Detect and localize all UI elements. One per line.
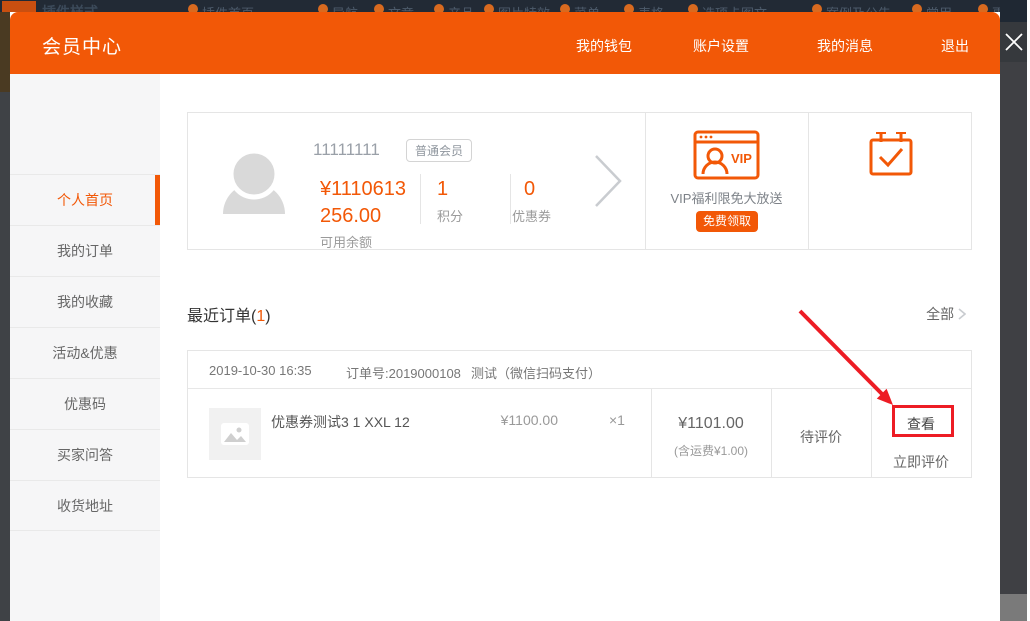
sidebar-item-my-orders[interactable]: 我的订单 bbox=[10, 225, 160, 276]
topbar-brand: 插件样式 bbox=[42, 2, 98, 12]
product-price: ¥1100.00 bbox=[498, 412, 558, 428]
username: 11111111 bbox=[313, 140, 380, 160]
nav-dot-icon bbox=[978, 4, 988, 12]
coupons-label: 优惠券 bbox=[512, 206, 551, 225]
view-all-link[interactable]: 全部 bbox=[900, 304, 966, 324]
image-placeholder-icon bbox=[220, 422, 250, 446]
member-center-header: 会员中心 我的钱包 账户设置 我的消息 退出 bbox=[10, 12, 1000, 74]
background-topbar: 插件样式 插件首页 导航 文章 产品 图片特效 菜单 表格 选项卡图文 案例及公… bbox=[0, 0, 1030, 12]
topbar-item[interactable]: 菜单 bbox=[574, 3, 600, 12]
topbar-item[interactable]: 图片特效 bbox=[498, 3, 550, 12]
background-right-overlay bbox=[1000, 0, 1027, 621]
header-nav-wallet[interactable]: 我的钱包 bbox=[576, 36, 632, 56]
nav-dot-icon bbox=[484, 4, 494, 12]
nav-dot-icon bbox=[812, 4, 822, 12]
divider bbox=[420, 174, 421, 224]
recent-orders-title: 最近订单(1) bbox=[187, 302, 271, 326]
background-left-edge-accent bbox=[0, 12, 10, 92]
background-right-top bbox=[1000, 0, 1027, 22]
divider bbox=[651, 389, 652, 477]
order-datetime: 2019-10-30 16:35 bbox=[209, 363, 312, 378]
order-status: 待评价 bbox=[771, 427, 871, 447]
order-total-note: (含运费¥1.00) bbox=[651, 442, 771, 459]
coupons-value[interactable]: 0 bbox=[524, 178, 535, 201]
review-now-link[interactable]: 立即评价 bbox=[871, 452, 971, 472]
nav-dot-icon bbox=[318, 4, 328, 12]
topbar-item[interactable]: 常用 bbox=[926, 3, 952, 12]
background-right-bottom-block bbox=[1000, 594, 1027, 621]
topbar-item[interactable]: 表格 bbox=[638, 3, 664, 12]
product-thumbnail[interactable] bbox=[209, 408, 261, 460]
product-name[interactable]: 优惠券测试3 1 XXL 12 bbox=[271, 412, 410, 432]
nav-dot-icon bbox=[374, 4, 384, 12]
topbar-item[interactable]: 插件首页 bbox=[202, 3, 254, 12]
order-count: 1 bbox=[256, 308, 265, 325]
order-card: 2019-10-30 16:35 订单号:2019000108 测试（微信扫码支… bbox=[187, 350, 972, 478]
nav-dot-icon bbox=[434, 4, 444, 12]
close-button[interactable] bbox=[1000, 22, 1027, 62]
divider bbox=[808, 113, 809, 249]
topbar-item[interactable]: 导航 bbox=[332, 3, 358, 12]
page-title: 会员中心 bbox=[42, 32, 122, 59]
balance-value[interactable]: ¥1110613 256.00 bbox=[320, 176, 420, 230]
balance-label: 可用余额 bbox=[320, 232, 372, 251]
order-header: 2019-10-30 16:35 订单号:2019000108 测试（微信扫码支… bbox=[188, 351, 971, 389]
points-label: 积分 bbox=[437, 206, 463, 225]
sidebar: 个人首页 我的订单 我的收藏 活动&优惠 优惠码 买家问答 收货地址 bbox=[10, 74, 160, 621]
nav-dot-icon bbox=[912, 4, 922, 12]
nav-dot-icon bbox=[624, 4, 634, 12]
sidebar-item-shipping-address[interactable]: 收货地址 bbox=[10, 480, 160, 531]
vip-benefit-icon: VIP bbox=[693, 130, 760, 180]
topbar-item[interactable]: 产品 bbox=[448, 3, 474, 12]
annotation-highlight-box bbox=[892, 405, 954, 437]
sidebar-item-my-favorites[interactable]: 我的收藏 bbox=[10, 276, 160, 327]
member-level-badge: 普通会员 bbox=[406, 139, 472, 162]
vip-icon-text: VIP bbox=[731, 151, 752, 166]
order-payment-method: 测试（微信扫码支付） bbox=[471, 363, 601, 382]
background-left-edge bbox=[0, 12, 10, 621]
divider bbox=[510, 174, 511, 224]
header-nav-logout[interactable]: 退出 bbox=[941, 36, 969, 56]
nav-dot-icon bbox=[188, 4, 198, 12]
avatar bbox=[222, 150, 286, 214]
page: 插件样式 插件首页 导航 文章 产品 图片特效 菜单 表格 选项卡图文 案例及公… bbox=[0, 0, 1030, 621]
chevron-right-icon bbox=[958, 308, 966, 320]
nav-dot-icon bbox=[560, 4, 570, 12]
profile-summary-card bbox=[187, 112, 972, 250]
order-number: 订单号:2019000108 bbox=[346, 363, 461, 382]
divider bbox=[645, 113, 646, 249]
sidebar-item-buyer-qa[interactable]: 买家问答 bbox=[10, 429, 160, 480]
topbar-item[interactable]: 选项卡图文 bbox=[702, 3, 767, 12]
topbar-item[interactable]: 文章 bbox=[388, 3, 414, 12]
site-logo bbox=[2, 1, 36, 12]
chevron-right-icon[interactable] bbox=[592, 152, 624, 210]
close-icon bbox=[1002, 30, 1026, 54]
sidebar-item-personal-home[interactable]: 个人首页 bbox=[10, 174, 160, 225]
points-value[interactable]: 1 bbox=[437, 178, 448, 201]
sign-in-calendar-icon[interactable] bbox=[868, 130, 914, 178]
free-claim-button[interactable]: 免费领取 bbox=[696, 211, 758, 232]
order-total: ¥1101.00 bbox=[651, 415, 771, 433]
vip-benefit-title: VIP福利限免大放送 bbox=[653, 188, 800, 207]
sidebar-item-activities[interactable]: 活动&优惠 bbox=[10, 327, 160, 378]
nav-dot-icon bbox=[688, 4, 698, 12]
header-nav-account-settings[interactable]: 账户设置 bbox=[693, 36, 749, 56]
product-quantity: ×1 bbox=[609, 412, 625, 428]
topbar-item[interactable]: 案例及公告 bbox=[826, 3, 891, 12]
sidebar-item-coupon-code[interactable]: 优惠码 bbox=[10, 378, 160, 429]
header-nav-messages[interactable]: 我的消息 bbox=[817, 36, 873, 56]
